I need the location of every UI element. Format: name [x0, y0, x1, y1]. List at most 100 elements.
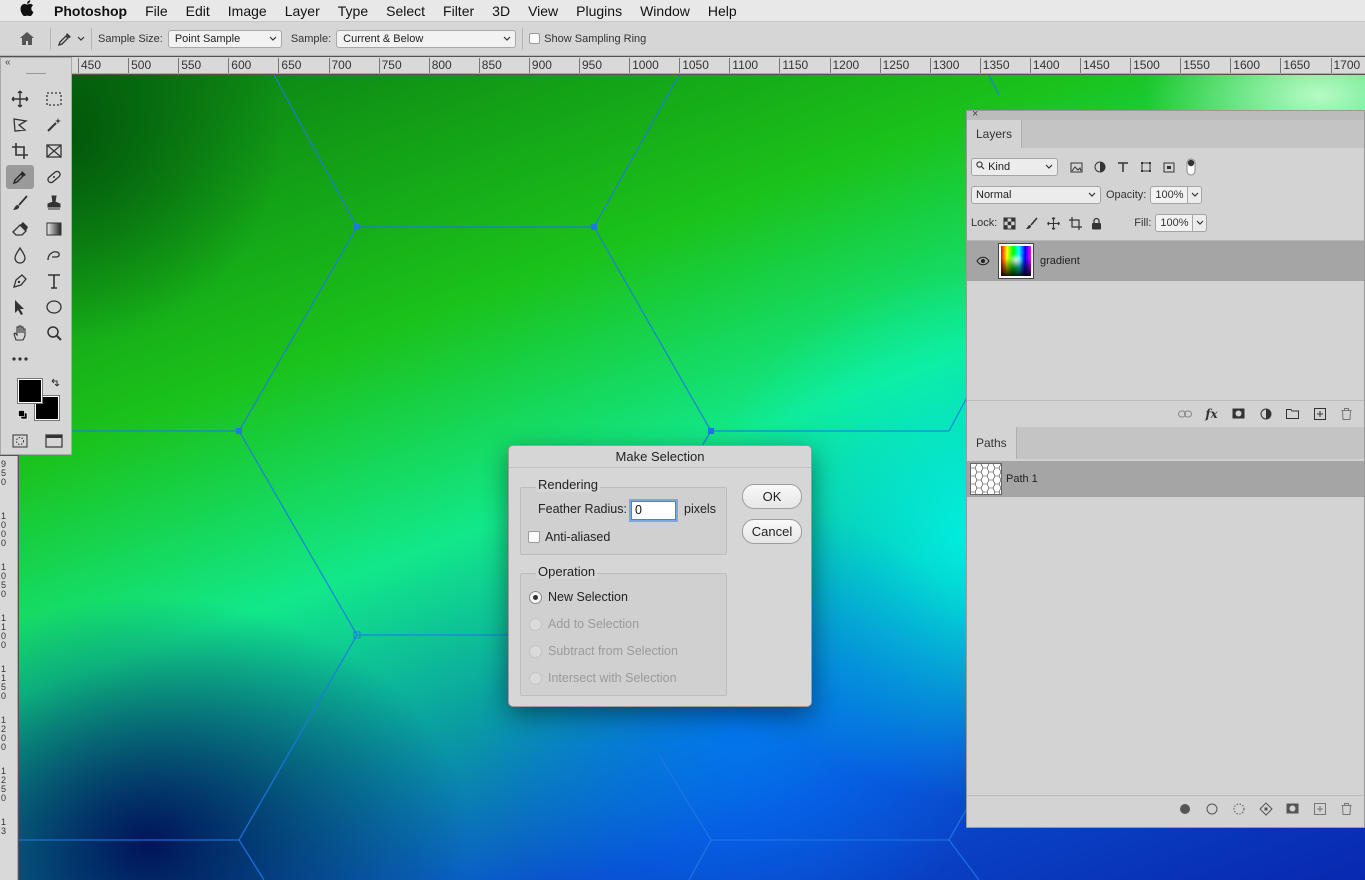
- add-mask-button[interactable]: [1225, 408, 1252, 419]
- gradient-tool[interactable]: [40, 217, 68, 241]
- fill-slider-button[interactable]: [1193, 214, 1208, 232]
- type-tool[interactable]: [40, 269, 68, 293]
- layers-footer: fx: [967, 400, 1364, 426]
- menu-help[interactable]: Help: [708, 3, 737, 19]
- zoom-tool[interactable]: [40, 321, 68, 345]
- quick-mask-button[interactable]: [6, 429, 34, 453]
- pixel-layer-filter-icon[interactable]: [1070, 162, 1083, 173]
- anti-aliased-option[interactable]: Anti-aliased: [528, 530, 610, 544]
- menu-select[interactable]: Select: [386, 3, 425, 19]
- clone-stamp-tool[interactable]: [40, 191, 68, 215]
- menu-type[interactable]: Type: [338, 3, 368, 19]
- menu-image[interactable]: Image: [228, 3, 267, 19]
- add-mask-button[interactable]: [1279, 803, 1306, 814]
- move-tool[interactable]: [6, 87, 34, 111]
- fill-input[interactable]: 100%: [1155, 214, 1194, 232]
- screen-mode-button[interactable]: [40, 429, 68, 453]
- smudge-tool[interactable]: [40, 243, 68, 267]
- frame-icon: [46, 144, 62, 158]
- path-selection-tool[interactable]: [6, 295, 34, 319]
- ok-button[interactable]: OK: [742, 484, 802, 509]
- menu-filter[interactable]: Filter: [443, 3, 474, 19]
- visibility-eye-icon[interactable]: [976, 256, 990, 266]
- blur-tool[interactable]: [6, 243, 34, 267]
- link-layers-button[interactable]: [1171, 410, 1198, 418]
- anti-aliased-checkbox[interactable]: [528, 531, 540, 543]
- ruler-tick-label: 700: [328, 58, 352, 73]
- lock-transparent-pixels-icon[interactable]: [1003, 217, 1016, 230]
- tab-layers[interactable]: Layers: [967, 120, 1023, 148]
- magic-wand-tool[interactable]: [40, 113, 68, 137]
- blend-mode-select[interactable]: Normal: [971, 186, 1101, 204]
- load-path-as-selection-button[interactable]: [1225, 803, 1252, 815]
- menu-layer[interactable]: Layer: [285, 3, 320, 19]
- eyedropper-preset-picker[interactable]: [57, 31, 85, 47]
- new-selection-option[interactable]: New Selection: [529, 590, 628, 604]
- hand-tool[interactable]: [6, 321, 34, 345]
- lock-position-icon[interactable]: [1047, 216, 1061, 230]
- more-dots-icon: [12, 357, 28, 361]
- stroke-path-button[interactable]: [1198, 803, 1225, 815]
- lock-image-pixels-icon[interactable]: [1025, 216, 1038, 230]
- tab-paths[interactable]: Paths: [967, 427, 1017, 459]
- home-button[interactable]: [10, 22, 44, 56]
- pen-tool[interactable]: [6, 269, 34, 293]
- separator: [91, 27, 92, 50]
- menu-file[interactable]: File: [145, 3, 168, 19]
- cancel-button[interactable]: Cancel: [742, 519, 802, 544]
- new-selection-radio[interactable]: [529, 590, 542, 604]
- hexagon-pattern-thumbnail: [971, 464, 1001, 494]
- path-row[interactable]: Path 1: [967, 461, 1364, 497]
- menu-view[interactable]: View: [528, 3, 558, 19]
- ellipse-tool[interactable]: [40, 295, 68, 319]
- apple-menu-icon[interactable]: [0, 0, 54, 21]
- delete-layer-button[interactable]: [1333, 407, 1360, 420]
- ruler-tick-label: 1500: [1130, 58, 1160, 73]
- new-adjustment-layer-button[interactable]: [1252, 408, 1279, 420]
- close-panel-icon[interactable]: ×: [972, 108, 978, 120]
- menu-3d[interactable]: 3D: [492, 3, 510, 19]
- brush-tool[interactable]: [6, 191, 34, 215]
- marquee-tool[interactable]: [40, 87, 68, 111]
- type-layer-filter-icon[interactable]: [1117, 161, 1129, 173]
- lock-all-icon[interactable]: [1091, 217, 1102, 230]
- shape-layer-filter-icon[interactable]: [1140, 161, 1152, 173]
- filter-kind-select[interactable]: Kind: [971, 158, 1058, 176]
- delete-path-button[interactable]: [1333, 802, 1360, 815]
- eraser-tool[interactable]: [6, 217, 34, 241]
- layer-style-button[interactable]: fx: [1198, 407, 1225, 421]
- lasso-tool[interactable]: [6, 113, 34, 137]
- menu-window[interactable]: Window: [640, 3, 690, 19]
- feather-radius-input[interactable]: 0: [631, 501, 676, 520]
- opacity-input[interactable]: 100%: [1150, 186, 1189, 204]
- link-icon: [1177, 410, 1192, 417]
- toolbox-grip[interactable]: [1, 70, 71, 78]
- fill-path-button[interactable]: [1171, 803, 1198, 815]
- default-colors-icon[interactable]: [18, 410, 28, 420]
- collapse-toolbox-icon[interactable]: «: [1, 58, 71, 70]
- foreground-color-swatch[interactable]: [17, 378, 43, 404]
- crop-tool[interactable]: [6, 139, 34, 163]
- menu-edit[interactable]: Edit: [186, 3, 210, 19]
- app-name[interactable]: Photoshop: [54, 3, 127, 19]
- healing-brush-tool[interactable]: [40, 165, 68, 189]
- new-path-button[interactable]: [1306, 802, 1333, 815]
- eyedropper-tool[interactable]: [6, 165, 34, 189]
- adjustment-layer-filter-icon[interactable]: [1094, 161, 1106, 173]
- frame-tool[interactable]: [40, 139, 68, 163]
- show-sampling-ring-checkbox[interactable]: [529, 33, 541, 44]
- sample-select[interactable]: Current & Below: [336, 29, 517, 48]
- new-group-button[interactable]: [1279, 408, 1306, 419]
- swap-colors-icon[interactable]: [50, 378, 60, 388]
- sample-size-select[interactable]: Point Sample: [167, 29, 282, 48]
- filter-toggle-icon[interactable]: [1186, 158, 1196, 176]
- edit-toolbar-button[interactable]: [6, 347, 34, 371]
- layer-row[interactable]: gradient: [967, 241, 1364, 281]
- stamp-icon: [47, 195, 61, 210]
- smart-object-filter-icon[interactable]: [1163, 161, 1175, 173]
- lock-artboard-icon[interactable]: [1069, 216, 1083, 230]
- new-layer-button[interactable]: [1306, 407, 1333, 420]
- menu-plugins[interactable]: Plugins: [576, 3, 622, 19]
- opacity-slider-button[interactable]: [1188, 186, 1203, 204]
- make-work-path-button[interactable]: [1252, 801, 1279, 816]
